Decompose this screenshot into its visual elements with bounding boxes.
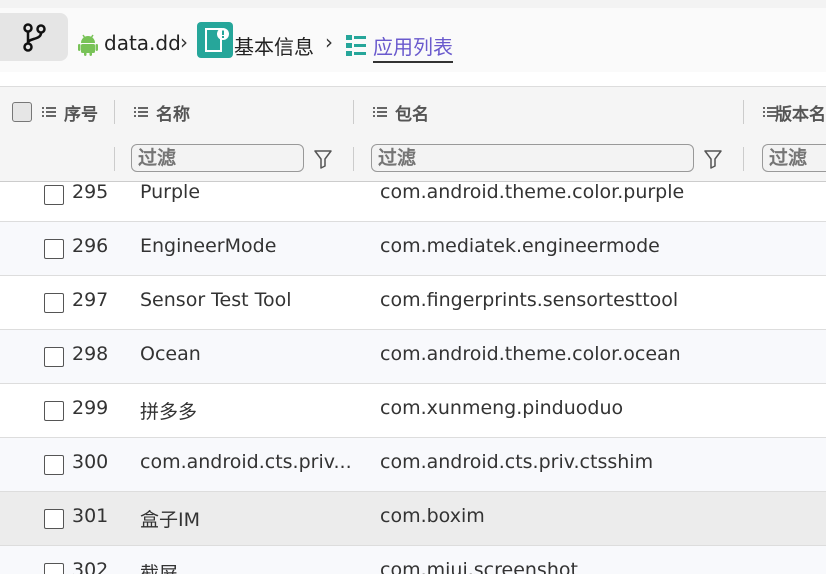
breadcrumb-section[interactable]: 基本信息 — [234, 31, 314, 60]
column-header-package[interactable]: 包名 — [373, 87, 429, 137]
row-package-name: com.fingerprints.sensortesttool — [380, 289, 679, 311]
table-row[interactable]: 300 com.android.cts.priv... com.android.ct… — [0, 438, 826, 492]
table-row[interactable]: 296 EngineerMode com.mediatek.engineermode — [0, 222, 826, 276]
row-app-name: Ocean — [140, 343, 201, 365]
row-app-name: 盒子IM — [140, 509, 200, 531]
row-package-name: com.android.cts.priv.ctsshim — [380, 451, 654, 473]
row-index: 296 — [72, 235, 109, 257]
column-label: 序号 — [64, 104, 98, 125]
row-checkbox[interactable] — [44, 293, 64, 313]
column-label: 版本名 — [775, 104, 826, 125]
row-app-name: Sensor Test Tool — [140, 289, 292, 311]
row-index: 302 — [72, 559, 109, 574]
row-package-name: com.android.theme.color.ocean — [380, 343, 681, 365]
row-index: 295 — [72, 182, 109, 203]
row-checkbox[interactable] — [44, 455, 64, 475]
row-checkbox[interactable] — [44, 185, 64, 205]
table-row[interactable]: 297 Sensor Test Tool com.fingerprints.sens… — [0, 276, 826, 330]
branch-button[interactable] — [0, 13, 68, 61]
column-menu-icon — [134, 106, 148, 118]
filter-icon[interactable] — [313, 149, 333, 169]
row-app-name: 截屏 — [140, 563, 179, 574]
column-divider — [353, 147, 354, 171]
package-filter-input[interactable] — [371, 144, 694, 172]
table-row[interactable]: 298 Ocean com.android.theme.color.ocean — [0, 330, 826, 384]
column-divider[interactable] — [743, 100, 744, 124]
column-label: 包名 — [395, 104, 429, 125]
version-filter-input[interactable] — [762, 144, 826, 172]
info-doc-icon — [197, 22, 233, 58]
row-checkbox[interactable] — [44, 563, 64, 574]
column-menu-icon — [42, 106, 56, 118]
list-icon — [346, 35, 366, 56]
row-index: 297 — [72, 289, 109, 311]
row-package-name: com.xunmeng.pinduoduo — [380, 397, 624, 419]
table-row[interactable]: 302 截屏 com.miui.screenshot — [0, 546, 826, 574]
table-row[interactable]: 299 拼多多 com.xunmeng.pinduoduo — [0, 384, 826, 438]
row-app-name: EngineerMode — [140, 235, 277, 257]
android-icon — [78, 34, 98, 56]
row-checkbox[interactable] — [44, 509, 64, 529]
row-checkbox[interactable] — [44, 239, 64, 259]
filter-icon[interactable] — [703, 149, 723, 169]
row-app-name: 拼多多 — [140, 401, 198, 423]
row-index: 300 — [72, 451, 109, 473]
breadcrumb-separator: › — [180, 30, 188, 54]
table-header: 序号 名称 包名 版本名 — [0, 86, 826, 138]
column-header-index[interactable]: 序号 — [42, 87, 98, 137]
column-divider — [743, 147, 744, 171]
row-package-name: com.miui.screenshot — [380, 559, 578, 574]
row-package-name: com.mediatek.engineermode — [380, 235, 660, 257]
breadcrumb-page[interactable]: 应用列表 — [373, 31, 453, 63]
column-label: 名称 — [156, 104, 190, 125]
row-package-name: com.boxim — [380, 505, 485, 527]
row-package-name: com.android.theme.color.purple — [380, 182, 685, 203]
table-row[interactable]: 301 盒子IM com.boxim — [0, 492, 826, 546]
column-menu-icon — [373, 106, 387, 118]
row-checkbox[interactable] — [44, 347, 64, 367]
column-divider[interactable] — [353, 100, 354, 124]
row-app-name: Purple — [140, 182, 201, 203]
filter-row — [0, 137, 826, 182]
row-index: 301 — [72, 505, 109, 527]
row-app-name: com.android.cts.priv... — [140, 451, 352, 473]
column-menu-icon — [763, 106, 777, 118]
table-row[interactable]: 295 Purple com.android.theme.color.purple — [0, 182, 826, 222]
top-strip — [0, 0, 826, 8]
breadcrumb-separator: › — [325, 30, 333, 54]
column-divider[interactable] — [114, 100, 115, 124]
row-checkbox[interactable] — [44, 401, 64, 421]
column-divider — [114, 147, 115, 171]
table-body: 295 Purple com.android.theme.color.purple 2… — [0, 182, 826, 574]
column-header-version[interactable]: 版本名 — [763, 87, 826, 137]
column-header-name[interactable]: 名称 — [134, 87, 190, 137]
name-filter-input[interactable] — [131, 144, 304, 172]
select-all-checkbox[interactable] — [12, 87, 32, 137]
row-index: 299 — [72, 397, 109, 419]
git-branch-icon — [23, 23, 46, 52]
breadcrumb-device[interactable]: data.dd — [104, 31, 181, 55]
row-index: 298 — [72, 343, 109, 365]
